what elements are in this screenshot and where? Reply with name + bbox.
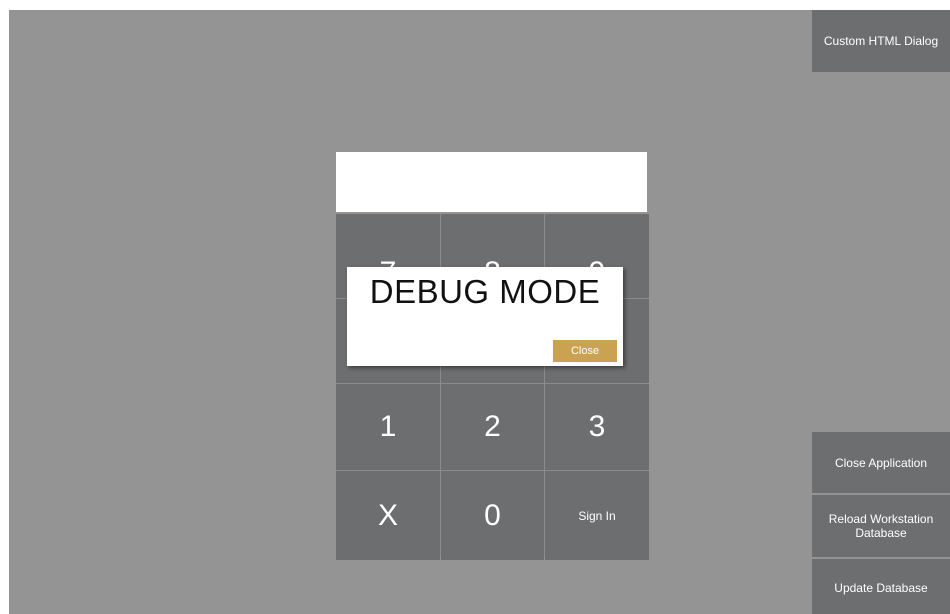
numeric-keypad: 7 8 9 4 5 6 1 2 3 X 0 Sign In <box>336 214 649 560</box>
key-0[interactable]: 0 <box>441 471 544 560</box>
dialog-title: DEBUG MODE <box>369 273 601 310</box>
pin-entry-field[interactable] <box>336 152 647 212</box>
custom-html-dialog-button[interactable]: Custom HTML Dialog <box>812 10 950 72</box>
update-database-label: Update Database <box>834 581 928 595</box>
sign-in-button[interactable]: Sign In <box>545 471 649 560</box>
reload-workstation-database-button[interactable]: Reload Workstation Database <box>812 495 950 557</box>
key-1[interactable]: 1 <box>336 384 440 470</box>
key-3[interactable]: 3 <box>545 384 649 470</box>
dialog-close-button[interactable]: Close <box>553 340 617 362</box>
update-database-button[interactable]: Update Database <box>812 559 950 614</box>
reload-workstation-database-label: Reload Workstation Database <box>828 512 934 540</box>
custom-html-dialog-label: Custom HTML Dialog <box>823 34 939 48</box>
login-screen: Custom HTML Dialog 7 8 9 4 5 6 1 2 3 X 0… <box>9 10 950 614</box>
close-application-label: Close Application <box>834 455 928 470</box>
close-application-button[interactable]: Close Application <box>812 432 950 493</box>
clear-key[interactable]: X <box>336 471 440 560</box>
debug-mode-dialog: DEBUG MODE Close <box>347 267 623 366</box>
key-2[interactable]: 2 <box>441 384 544 470</box>
